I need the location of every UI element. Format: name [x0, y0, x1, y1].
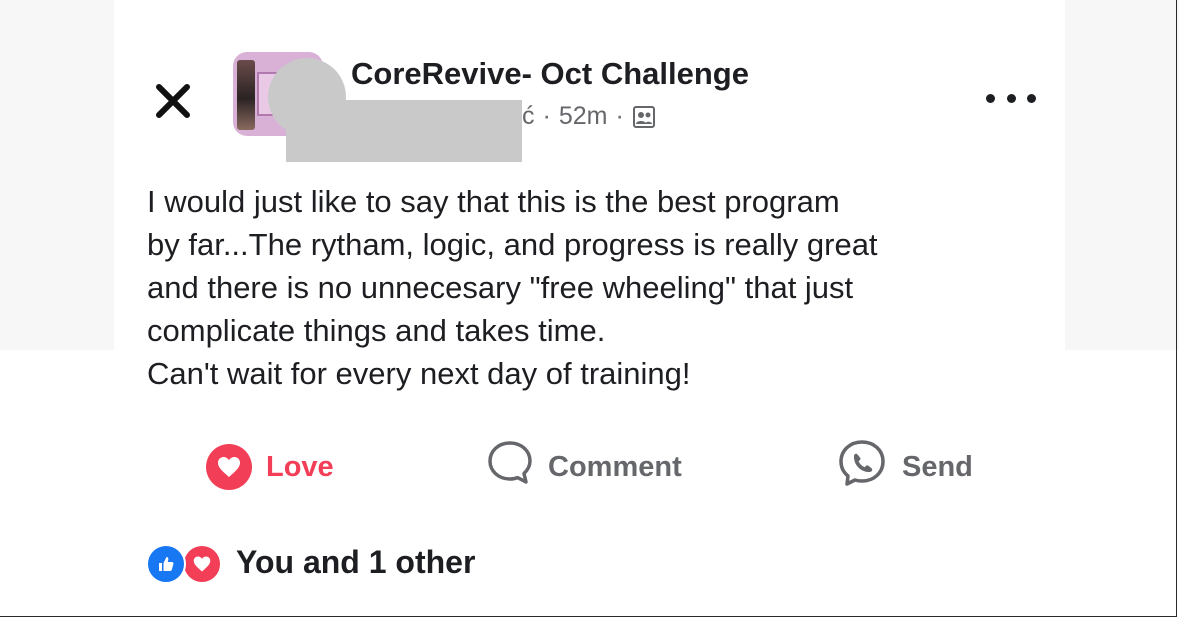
heart-icon: [182, 544, 222, 584]
thumbs-up-icon: [146, 544, 186, 584]
screenshot-border: [0, 0, 1177, 617]
